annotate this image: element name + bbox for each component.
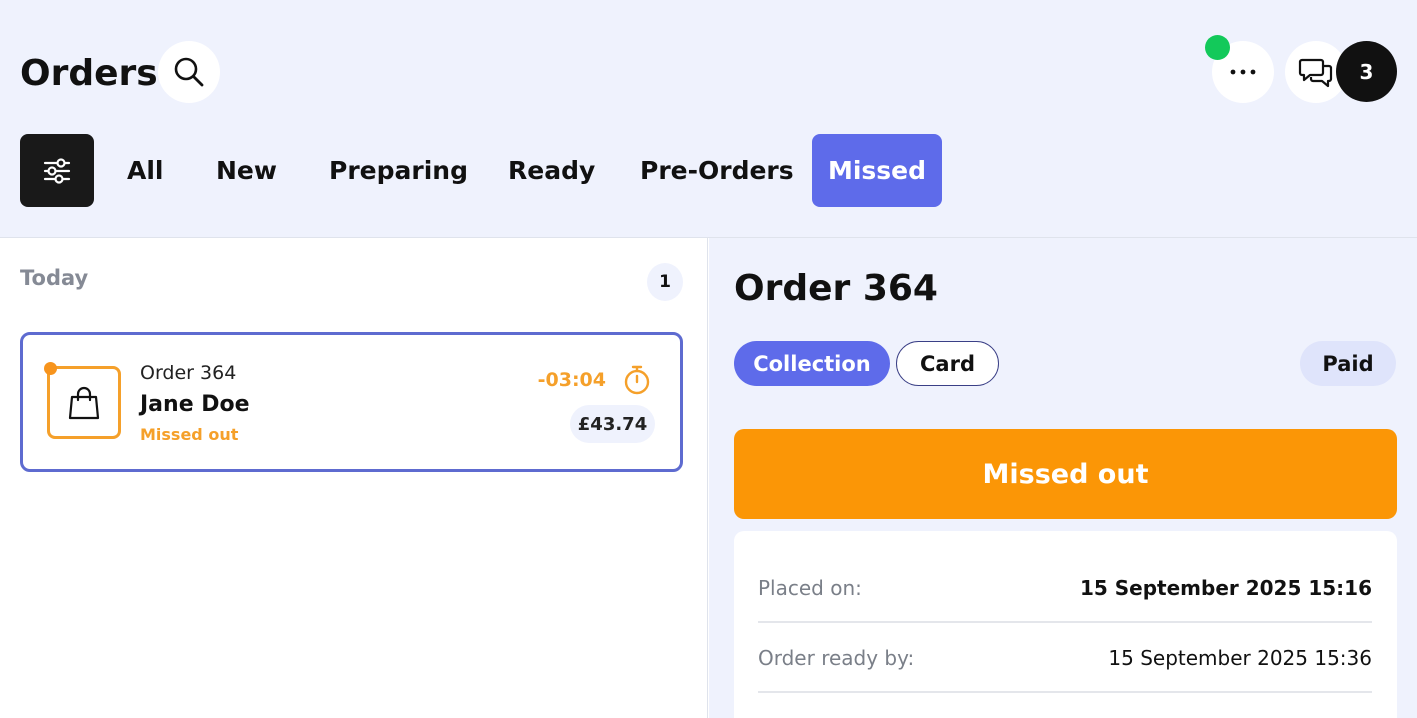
detail-value: 15 September 2025 15:36 <box>1108 645 1372 670</box>
order-timer: -03:04 <box>537 369 606 391</box>
tab-ready[interactable]: Ready <box>508 134 595 207</box>
orders-list-panel <box>0 238 708 718</box>
page-title: Orders <box>20 53 158 94</box>
payment-method-badge: Card <box>896 341 999 386</box>
order-status-banner: Missed out <box>734 429 1397 519</box>
tab-all[interactable]: All <box>127 134 164 207</box>
order-status-text: Missed out <box>140 425 239 444</box>
sliders-icon <box>43 157 71 184</box>
online-status-dot <box>1205 35 1230 60</box>
stopwatch-icon <box>621 364 653 400</box>
tab-preparing[interactable]: Preparing <box>329 134 468 207</box>
tab-new[interactable]: New <box>216 134 277 207</box>
order-type-icon-box <box>47 366 121 439</box>
order-total: £43.74 <box>570 405 655 443</box>
detail-label: Order ready by: <box>758 645 915 670</box>
tab-pre-orders[interactable]: Pre-Orders <box>640 134 794 207</box>
chat-icon <box>1298 58 1333 88</box>
order-detail-title: Order 364 <box>734 268 938 309</box>
more-icon <box>1230 69 1256 75</box>
group-count-badge: 1 <box>647 263 683 301</box>
detail-row-placed-on: Placed on: 15 September 2025 15:16 <box>758 554 1372 623</box>
tab-missed[interactable]: Missed <box>812 134 942 207</box>
search-button[interactable] <box>158 41 220 103</box>
payment-status-badge: Paid <box>1300 341 1396 386</box>
notification-count-badge[interactable]: 3 <box>1336 41 1397 102</box>
search-icon <box>174 57 204 87</box>
order-number: Order 364 <box>140 362 237 384</box>
filter-button[interactable] <box>20 134 94 207</box>
order-type-badge: Collection <box>734 341 890 386</box>
group-label-today: Today <box>20 266 89 290</box>
detail-row-ready-by: Order ready by: 15 September 2025 15:36 <box>758 624 1372 693</box>
detail-value: 15 September 2025 15:16 <box>1079 575 1372 600</box>
order-status-dot <box>44 362 57 375</box>
shopping-bag-icon <box>68 386 100 419</box>
customer-name: Jane Doe <box>140 392 250 417</box>
detail-label: Placed on: <box>758 575 862 600</box>
